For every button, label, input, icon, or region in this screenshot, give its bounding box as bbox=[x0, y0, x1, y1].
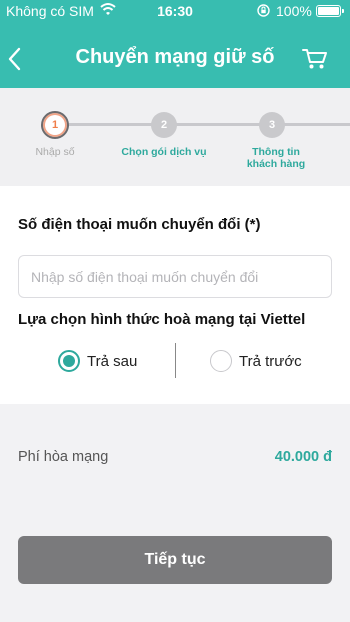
battery-icon bbox=[316, 5, 344, 17]
rotation-lock-icon bbox=[257, 4, 270, 17]
radio-selected-icon bbox=[58, 350, 80, 372]
postpaid-label: Trả sau bbox=[87, 352, 138, 370]
subscription-type-label: Lựa chọn hình thức hoà mạng tại Viettel bbox=[18, 311, 306, 328]
prepaid-label: Trả trước bbox=[239, 352, 302, 370]
postpaid-option[interactable]: Trả sau bbox=[58, 349, 137, 373]
app-header: Không có SIM 16:30 100% Chuyển mạng giữ … bbox=[0, 0, 350, 88]
radio-unselected-icon bbox=[210, 350, 232, 372]
prepaid-option[interactable]: Trả trước bbox=[210, 349, 302, 373]
step-2: 2 bbox=[149, 110, 179, 140]
transfer-form: Số điện thoại muốn chuyển đổi (*) Lựa ch… bbox=[0, 186, 350, 404]
fee-row: Phí hòa mạng 40.000 đ bbox=[0, 423, 350, 488]
step-connector bbox=[164, 123, 272, 126]
progress-stepper: 1 2 3 Nhập số Chọn gói dịch vụ Thông tin… bbox=[0, 88, 350, 186]
step-number: 3 bbox=[259, 112, 285, 138]
cart-icon[interactable] bbox=[302, 48, 328, 70]
step-number: 2 bbox=[151, 112, 177, 138]
continue-button[interactable]: Tiếp tục bbox=[18, 536, 332, 584]
step-1-label: Nhập số bbox=[35, 146, 75, 158]
step-3-label: Thông tin khách hàng bbox=[246, 146, 306, 170]
battery-percent: 100% bbox=[276, 3, 312, 19]
phone-label: Số điện thoại muốn chuyển đổi (*) bbox=[18, 216, 261, 233]
phone-input[interactable] bbox=[18, 255, 332, 298]
page-title: Chuyển mạng giữ số bbox=[75, 46, 275, 68]
step-3: 3 bbox=[257, 110, 287, 140]
step-2-label: Chọn gói dịch vụ bbox=[121, 146, 207, 158]
fee-label: Phí hòa mạng bbox=[18, 449, 109, 465]
option-divider bbox=[175, 343, 176, 378]
step-number: 1 bbox=[41, 111, 69, 139]
fee-value: 40.000 đ bbox=[274, 449, 332, 465]
step-1: 1 bbox=[40, 110, 70, 140]
status-bar: Không có SIM 16:30 100% bbox=[0, 0, 350, 22]
